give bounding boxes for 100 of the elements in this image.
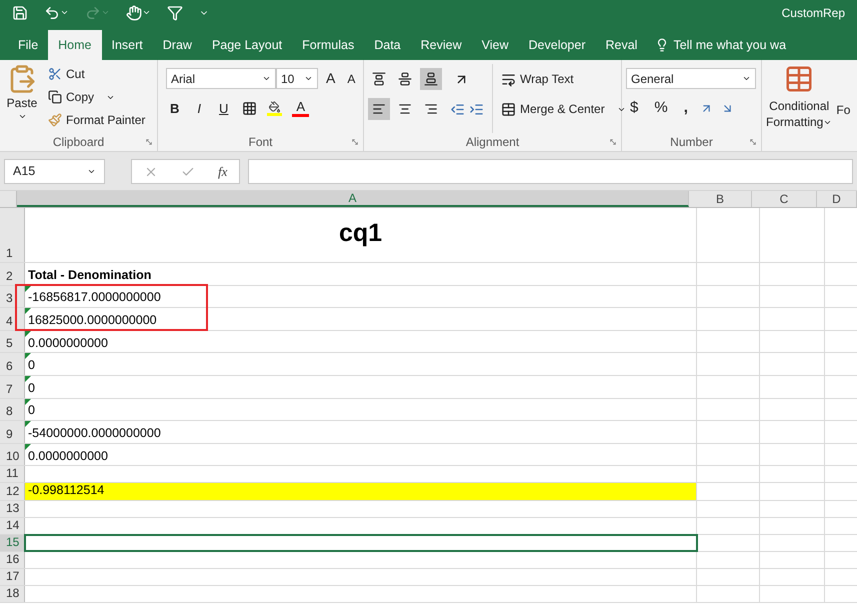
group-label: Alignment bbox=[466, 134, 520, 151]
align-icon bbox=[398, 102, 412, 116]
vertical-align-button[interactable] bbox=[420, 68, 442, 90]
table-icon bbox=[784, 64, 814, 94]
currency-button[interactable]: $ bbox=[626, 97, 642, 120]
ribbon-tab[interactable]: Formulas bbox=[292, 30, 364, 60]
caret-icon bbox=[60, 8, 69, 17]
comma-button[interactable]: , bbox=[680, 97, 692, 120]
row-header[interactable]: 6 bbox=[0, 353, 25, 375]
horizontal-align-button[interactable] bbox=[368, 98, 390, 120]
align-icon bbox=[372, 102, 386, 116]
row-header[interactable]: 5 bbox=[0, 330, 25, 352]
undo-icon[interactable] bbox=[44, 4, 60, 20]
borders-icon[interactable] bbox=[242, 101, 258, 116]
caret-icon bbox=[18, 112, 26, 121]
cell-value: 0 bbox=[28, 402, 35, 420]
cell-value: -54000000.0000000000 bbox=[28, 425, 161, 442]
row-header[interactable]: 13 bbox=[0, 500, 25, 517]
align-icon bbox=[372, 72, 386, 86]
group-label: Number bbox=[670, 134, 713, 151]
formula-input[interactable] bbox=[248, 159, 853, 184]
align-icon bbox=[398, 72, 412, 86]
conditional-formatting-button[interactable]: Conditional Formatting bbox=[762, 64, 836, 130]
column-header[interactable]: B bbox=[689, 191, 752, 207]
cell-value: 16825000.0000000000 bbox=[28, 312, 157, 330]
paintbrush-icon bbox=[48, 113, 62, 127]
row-header[interactable]: 11 bbox=[0, 466, 25, 482]
filter-icon[interactable] bbox=[167, 4, 183, 20]
name-box[interactable]: A15 bbox=[4, 159, 105, 184]
row-header[interactable]: 18 bbox=[0, 586, 25, 602]
ribbon-tab[interactable]: Page Layout bbox=[202, 30, 292, 60]
underline-button[interactable]: U bbox=[215, 99, 232, 118]
ribbon-tab[interactable]: Insert bbox=[102, 30, 153, 60]
group-label: Clipboard bbox=[52, 134, 104, 151]
merge-icon bbox=[501, 102, 516, 116]
row-header[interactable]: 17 bbox=[0, 568, 25, 585]
wrap-text-button[interactable]: Wrap Text bbox=[501, 68, 626, 90]
cut-button[interactable]: Cut bbox=[48, 64, 146, 84]
font-name-dropdown[interactable]: Arial bbox=[166, 68, 276, 89]
row-header[interactable]: 15 bbox=[0, 534, 25, 551]
font-size-dropdown[interactable]: 10 bbox=[276, 68, 318, 89]
row-header[interactable]: 4 bbox=[0, 308, 25, 330]
tell-me-field[interactable]: Tell me what you wa bbox=[655, 30, 786, 60]
cell-value: 0.0000000000 bbox=[28, 334, 108, 352]
ribbon-tab[interactable]: Developer bbox=[518, 30, 596, 60]
shrink-font-button[interactable]: A bbox=[343, 70, 360, 88]
cell-value: 0 bbox=[28, 357, 35, 374]
row-header[interactable]: 2 bbox=[0, 263, 25, 285]
dialog-launcher-icon[interactable] bbox=[749, 138, 757, 146]
bold-button[interactable]: B bbox=[166, 99, 184, 118]
grow-font-button[interactable]: A bbox=[322, 68, 340, 89]
align-icon bbox=[424, 102, 438, 116]
caret-icon bbox=[142, 8, 151, 17]
format-painter-button[interactable]: Format Painter bbox=[48, 110, 146, 130]
ribbon-tab[interactable]: Home bbox=[48, 30, 102, 60]
wrap-text-icon bbox=[501, 72, 516, 86]
ribbon-tab[interactable]: File bbox=[8, 30, 48, 60]
dialog-launcher-icon[interactable] bbox=[609, 138, 617, 146]
increase-indent-icon[interactable] bbox=[469, 102, 484, 116]
dialog-launcher-icon[interactable] bbox=[351, 138, 359, 146]
cell-value: -16856817.0000000000 bbox=[28, 289, 161, 306]
ribbon-tab[interactable]: Review bbox=[410, 30, 472, 60]
dialog-launcher-icon[interactable] bbox=[145, 138, 153, 146]
font-color-button[interactable]: A bbox=[292, 100, 310, 118]
percent-button[interactable]: % bbox=[650, 97, 672, 120]
ribbon-tab[interactable]: Reval bbox=[596, 30, 648, 60]
decrease-indent-icon[interactable] bbox=[450, 102, 465, 116]
ribbon-tab[interactable]: Draw bbox=[152, 30, 202, 60]
column-header[interactable]: A bbox=[17, 191, 689, 207]
copy-icon bbox=[48, 90, 62, 104]
row-header[interactable]: 1 bbox=[0, 208, 25, 262]
number-format-dropdown[interactable]: General bbox=[626, 68, 756, 89]
sheet-title: cq1 bbox=[338, 218, 384, 248]
copy-button[interactable]: Copy bbox=[48, 87, 146, 107]
row-header[interactable]: 10 bbox=[0, 444, 25, 466]
column-heading: Total - Denomination bbox=[28, 266, 152, 284]
row-header[interactable]: 12 bbox=[0, 483, 25, 500]
row-header[interactable]: 7 bbox=[0, 376, 25, 398]
ribbon-tab[interactable]: Data bbox=[364, 30, 411, 60]
save-icon[interactable] bbox=[12, 4, 28, 20]
row-header[interactable]: 8 bbox=[0, 398, 25, 420]
format-as-table-button[interactable]: Fo bbox=[836, 101, 850, 119]
align-icon bbox=[424, 72, 438, 86]
column-header[interactable]: D bbox=[817, 191, 857, 207]
paste-button[interactable]: Paste bbox=[4, 64, 40, 133]
column-header[interactable]: C bbox=[752, 191, 817, 207]
row-header[interactable]: 16 bbox=[0, 552, 25, 568]
caret-icon bbox=[304, 74, 313, 83]
scissors-icon bbox=[48, 67, 62, 81]
ribbon-tab[interactable]: View bbox=[472, 30, 519, 60]
caret-icon bbox=[87, 167, 96, 176]
row-header[interactable]: 9 bbox=[0, 421, 25, 443]
insert-function-button[interactable]: fx bbox=[218, 162, 228, 182]
hand-icon[interactable] bbox=[126, 4, 142, 20]
caret-icon bbox=[262, 74, 271, 83]
fill-color-icon[interactable] bbox=[267, 101, 282, 116]
group-label: Font bbox=[248, 134, 272, 151]
merge-center-button[interactable]: Merge & Center bbox=[501, 98, 626, 120]
italic-button[interactable]: I bbox=[193, 99, 206, 118]
row-header[interactable]: 14 bbox=[0, 518, 25, 534]
